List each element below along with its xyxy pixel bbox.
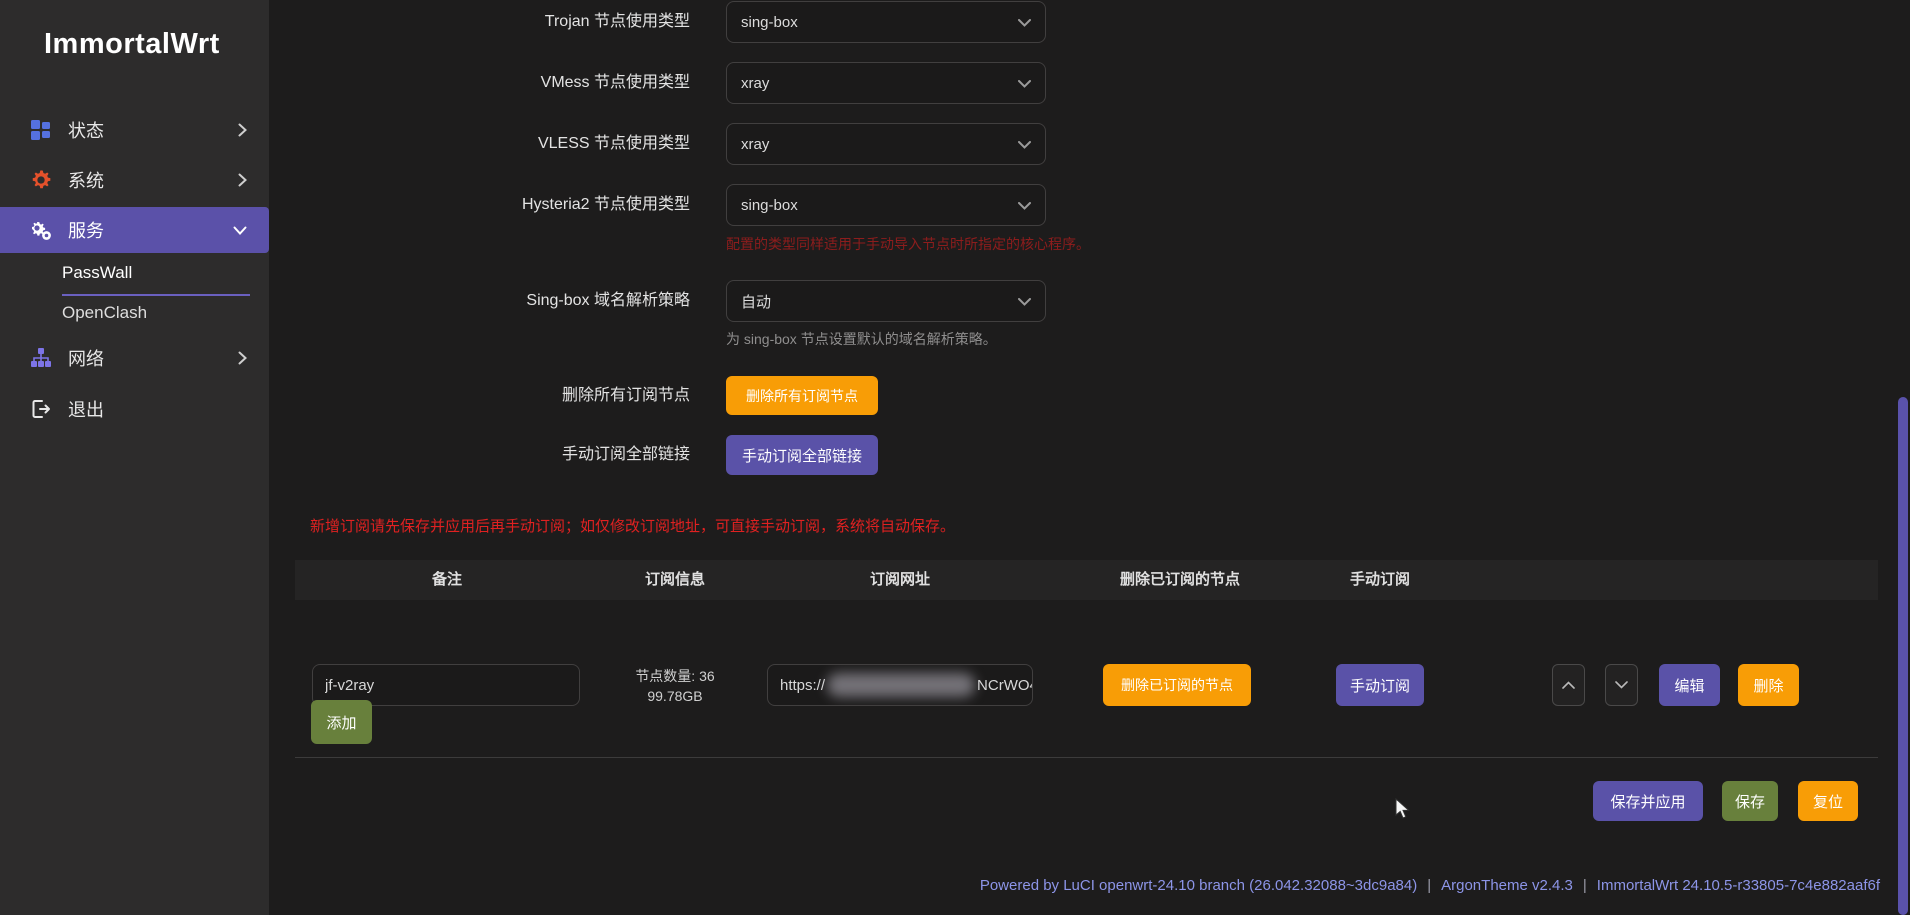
subscription-warning: 新增订阅请先保存并应用后再手动订阅；如仅修改订阅地址，可直接手动订阅，系统将自动… — [310, 515, 955, 536]
chevron-right-icon — [238, 123, 247, 137]
sidebar-item-label: 网络 — [68, 345, 104, 371]
dashboard-grid-icon — [26, 119, 56, 141]
chevron-down-icon — [1615, 681, 1628, 689]
select-value: xray — [741, 136, 769, 153]
chevron-right-icon — [238, 351, 247, 365]
delete-all-subscriptions-button[interactable]: 删除所有订阅节点 — [726, 376, 878, 415]
passwall-active-underline — [62, 294, 250, 296]
network-sitemap-icon — [26, 347, 56, 369]
col-header-info: 订阅信息 — [565, 560, 785, 600]
logout-icon — [26, 398, 56, 420]
col-header-manual-sub: 手动订阅 — [1270, 560, 1490, 600]
chevron-up-icon — [1562, 681, 1575, 689]
url-suffix: NCrWO4 — [977, 677, 1033, 694]
gears-icon — [26, 218, 56, 242]
chevron-right-icon — [238, 173, 247, 187]
chevron-down-icon — [1018, 293, 1031, 310]
move-up-button[interactable] — [1552, 664, 1585, 706]
chevron-down-icon — [1018, 14, 1031, 31]
subscription-table: 备注 订阅信息 订阅网址 删除已订阅的节点 手动订阅 节点数量: 36 99.7… — [295, 560, 1878, 715]
url-prefix: https:// — [780, 677, 825, 694]
manual-subscribe-all-button[interactable]: 手动订阅全部链接 — [726, 435, 878, 475]
sidebar-subitem-passwall[interactable]: PassWall — [62, 263, 132, 283]
select-value: sing-box — [741, 197, 798, 214]
field-label-delete-all: 删除所有订阅节点 — [300, 376, 690, 415]
chevron-down-icon — [1018, 197, 1031, 214]
select-value: sing-box — [741, 14, 798, 31]
subscription-info: 节点数量: 36 99.78GB — [595, 666, 755, 706]
footer: Powered by LuCI openwrt-24.10 branch (26… — [269, 877, 1910, 894]
sidebar-item-label: 系统 — [68, 167, 104, 193]
delete-row-button[interactable]: 删除 — [1738, 664, 1799, 706]
field-label-singbox-dns: Sing-box 域名解析策略 — [300, 280, 690, 322]
edit-button[interactable]: 编辑 — [1659, 664, 1720, 706]
manual-subscribe-button[interactable]: 手动订阅 — [1336, 664, 1424, 706]
reset-button[interactable]: 复位 — [1798, 781, 1858, 821]
sidebar-item-system[interactable]: 系统 — [0, 157, 269, 203]
save-button[interactable]: 保存 — [1722, 781, 1778, 821]
sidebar-item-label: 退出 — [68, 396, 104, 422]
redacted-url-blur — [827, 673, 975, 697]
firmware-version-link[interactable]: ImmortalWrt 24.10.5-r33805-7c4e882aaf6f — [1597, 877, 1880, 894]
app-logo: ImmortalWrt — [44, 28, 220, 61]
singbox-dns-desc: 为 sing-box 节点设置默认的域名解析策略。 — [726, 329, 997, 349]
field-label-vless: VLESS 节点使用类型 — [300, 123, 690, 165]
sidebar-subitem-openclash[interactable]: OpenClash — [62, 303, 147, 323]
sidebar-item-network[interactable]: 网络 — [0, 335, 269, 381]
traffic-total: 99.78GB — [595, 686, 755, 706]
chevron-down-icon — [1018, 136, 1031, 153]
sidebar-item-logout[interactable]: 退出 — [0, 386, 269, 432]
node-count: 节点数量: 36 — [595, 666, 755, 686]
select-value: 自动 — [741, 291, 771, 312]
mouse-cursor — [1395, 798, 1415, 825]
delete-subscribed-nodes-button[interactable]: 删除已订阅的节点 — [1103, 664, 1251, 706]
section-divider — [295, 757, 1878, 758]
field-label-trojan: Trojan 节点使用类型 — [300, 1, 690, 43]
select-value: xray — [741, 75, 769, 92]
footer-separator: | — [1583, 877, 1587, 894]
sidebar-item-services[interactable]: 服务 — [0, 207, 269, 253]
vmess-type-select[interactable]: xray — [726, 62, 1046, 104]
move-down-button[interactable] — [1605, 664, 1638, 706]
add-button[interactable]: 添加 — [311, 700, 372, 744]
chevron-down-icon — [1018, 75, 1031, 92]
save-apply-button[interactable]: 保存并应用 — [1593, 781, 1703, 821]
sidebar-item-label: 状态 — [68, 117, 104, 143]
field-label-vmess: VMess 节点使用类型 — [300, 62, 690, 104]
argon-theme-link[interactable]: ArgonTheme v2.4.3 — [1441, 877, 1573, 894]
trojan-type-select[interactable]: sing-box — [726, 1, 1046, 43]
sidebar-item-status[interactable]: 状态 — [0, 107, 269, 153]
gear-icon — [26, 169, 56, 191]
col-header-url: 订阅网址 — [790, 560, 1010, 600]
subscription-url-input[interactable]: https:// NCrWO4 — [767, 664, 1033, 706]
sidebar: ImmortalWrt 状态 系统 服务 — [0, 0, 269, 915]
field-label-hysteria2: Hysteria2 节点使用类型 — [300, 184, 690, 226]
hysteria2-type-select[interactable]: sing-box — [726, 184, 1046, 226]
footer-separator: | — [1427, 877, 1431, 894]
table-header-row: 备注 订阅信息 订阅网址 删除已订阅的节点 手动订阅 — [295, 560, 1878, 600]
col-header-remark: 备注 — [337, 560, 557, 600]
immortalwrt-passwall-page: ImmortalWrt 状态 系统 服务 — [0, 0, 1910, 915]
col-header-delete-nodes: 删除已订阅的节点 — [1070, 560, 1290, 600]
chevron-down-icon — [233, 226, 247, 235]
field-label-manual-all: 手动订阅全部链接 — [300, 435, 690, 475]
sidebar-item-label: 服务 — [68, 217, 104, 243]
vertical-scrollbar-thumb[interactable] — [1898, 397, 1908, 915]
hysteria2-note: 配置的类型同样适用于手动导入节点时所指定的核心程序。 — [726, 234, 1090, 254]
luci-link[interactable]: Powered by LuCI openwrt-24.10 branch (26… — [980, 877, 1417, 894]
singbox-dns-select[interactable]: 自动 — [726, 280, 1046, 322]
table-row: 节点数量: 36 99.78GB https:// NCrWO4 删除已订阅的节… — [295, 600, 1878, 715]
vless-type-select[interactable]: xray — [726, 123, 1046, 165]
